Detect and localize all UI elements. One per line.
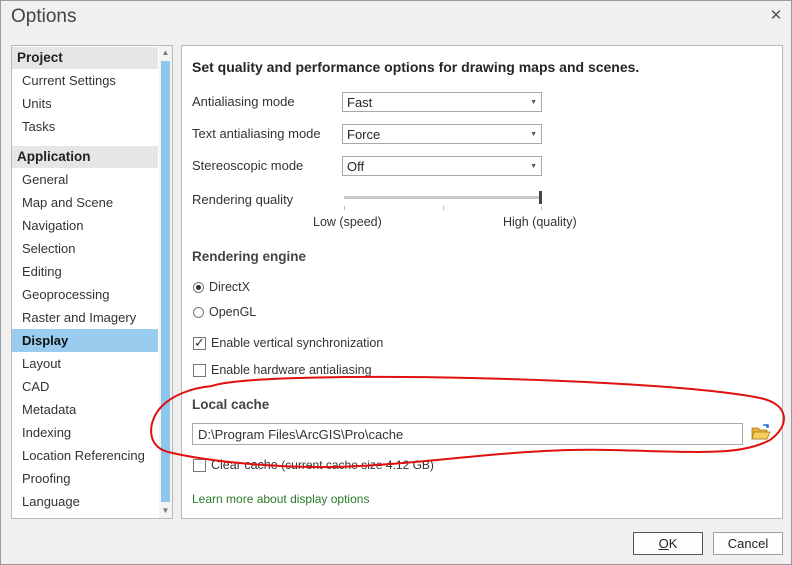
nav-item-cad[interactable]: CAD: [12, 375, 158, 398]
options-nav: Project Current Settings Units Tasks App…: [11, 45, 173, 519]
nav-item-units[interactable]: Units: [12, 92, 158, 115]
nav-item-language[interactable]: Language: [12, 490, 158, 513]
ok-button[interactable]: OK: [633, 532, 703, 555]
scroll-down-icon[interactable]: ▼: [160, 505, 171, 517]
nav-item-location-referencing[interactable]: Location Referencing: [12, 444, 158, 467]
dialog-title: Options: [11, 6, 77, 27]
cancel-button[interactable]: Cancel: [713, 532, 783, 555]
scroll-up-icon[interactable]: ▲: [160, 47, 171, 59]
local-cache-title: Local cache: [192, 397, 270, 412]
ok-access-key: O: [658, 536, 669, 551]
nav-item-current-settings[interactable]: Current Settings: [12, 69, 158, 92]
nav-item-layout[interactable]: Layout: [12, 352, 158, 375]
slider-tick: [541, 206, 542, 210]
slider-tick: [443, 206, 444, 210]
stereoscopic-mode-value: Off: [347, 159, 365, 174]
nav-group-project: Project: [12, 47, 158, 69]
nav-item-raster-and-imagery[interactable]: Raster and Imagery: [12, 306, 158, 329]
opengl-radio[interactable]: [193, 307, 204, 318]
nav-item-display[interactable]: Display: [12, 329, 158, 352]
antialiasing-mode-label: Antialiasing mode: [192, 94, 295, 109]
antialiasing-mode-select[interactable]: Fast ▼: [342, 92, 542, 112]
rendering-quality-slider[interactable]: [344, 196, 542, 199]
options-dialog: Options ✕ Project Current Settings Units…: [0, 0, 792, 565]
directx-radio[interactable]: [193, 282, 204, 293]
rendering-engine-title: Rendering engine: [192, 249, 307, 264]
text-antialiasing-mode-select[interactable]: Force ▼: [342, 124, 542, 144]
slider-tick: [344, 206, 345, 210]
vsync-checkbox[interactable]: [193, 335, 206, 351]
chevron-down-icon: ▼: [530, 163, 537, 170]
clear-cache-text: Clear cache: [211, 458, 278, 472]
learn-more-link[interactable]: Learn more about display options: [192, 492, 369, 506]
nav-item-general[interactable]: General: [12, 168, 158, 191]
rendering-quality-label: Rendering quality: [192, 192, 294, 207]
nav-item-metadata[interactable]: Metadata: [12, 398, 158, 421]
rendering-quality-slider-thumb[interactable]: [539, 191, 542, 204]
hw-antialiasing-label[interactable]: Enable hardware antialiasing: [211, 363, 372, 377]
clear-cache-label[interactable]: Clear cache (current cache size 4.12 GB): [211, 458, 434, 472]
rendering-quality-low-label: Low (speed): [313, 215, 382, 229]
opengl-label[interactable]: OpenGL: [209, 305, 256, 319]
cache-size-note: (current cache size 4.12 GB): [281, 458, 434, 472]
nav-item-map-and-scene[interactable]: Map and Scene: [12, 191, 158, 214]
rendering-quality-high-label: High (quality): [503, 215, 577, 229]
directx-label[interactable]: DirectX: [209, 280, 250, 294]
folder-open-icon[interactable]: [751, 424, 771, 442]
text-antialiasing-mode-value: Force: [347, 127, 381, 142]
nav-item-editing[interactable]: Editing: [12, 260, 158, 283]
chevron-down-icon: ▼: [530, 99, 537, 106]
cache-path-input[interactable]: D:\Program Files\ArcGIS\Pro\cache: [192, 423, 743, 445]
nav-group-application: Application: [12, 146, 158, 168]
nav-item-indexing[interactable]: Indexing: [12, 421, 158, 444]
nav-item-proofing[interactable]: Proofing: [12, 467, 158, 490]
scrollbar-thumb[interactable]: [161, 61, 170, 502]
display-settings-pane: Set quality and performance options for …: [181, 45, 783, 519]
nav-item-selection[interactable]: Selection: [12, 237, 158, 260]
pane-heading: Set quality and performance options for …: [192, 59, 640, 75]
nav-item-navigation[interactable]: Navigation: [12, 214, 158, 237]
stereoscopic-mode-select[interactable]: Off ▼: [342, 156, 542, 176]
close-icon[interactable]: ✕: [767, 7, 785, 25]
vsync-label[interactable]: Enable vertical synchronization: [211, 336, 383, 350]
ok-label-rest: K: [668, 536, 678, 551]
chevron-down-icon: ▼: [530, 131, 537, 138]
nav-item-geoprocessing[interactable]: Geoprocessing: [12, 283, 158, 306]
hw-antialiasing-checkbox[interactable]: [193, 364, 206, 377]
stereoscopic-mode-label: Stereoscopic mode: [192, 158, 304, 173]
nav-scrollbar[interactable]: ▲ ▼: [159, 46, 172, 518]
nav-item-tasks[interactable]: Tasks: [12, 115, 158, 138]
text-antialiasing-mode-label: Text antialiasing mode: [192, 126, 321, 141]
clear-cache-checkbox[interactable]: [193, 459, 206, 472]
antialiasing-mode-value: Fast: [347, 95, 373, 110]
nav-list: Project Current Settings Units Tasks App…: [12, 46, 158, 513]
